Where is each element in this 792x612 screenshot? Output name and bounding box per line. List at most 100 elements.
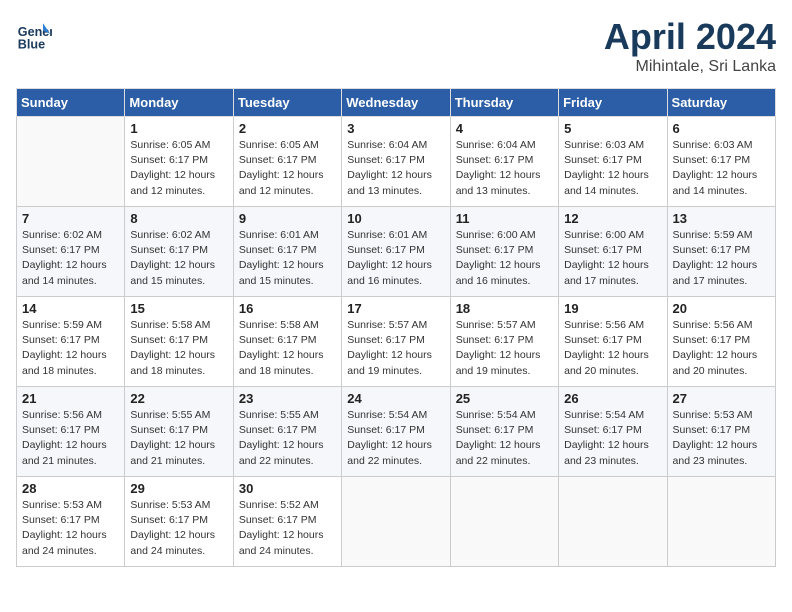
calendar-cell: 25 Sunrise: 5:54 AM Sunset: 6:17 PM Dayli…	[450, 387, 558, 477]
day-info: Sunrise: 6:05 AM Sunset: 6:17 PM Dayligh…	[239, 138, 336, 199]
day-number: 29	[130, 481, 227, 496]
day-header-wednesday: Wednesday	[342, 89, 450, 117]
day-number: 22	[130, 391, 227, 406]
day-info: Sunrise: 5:59 AM Sunset: 6:17 PM Dayligh…	[22, 318, 119, 379]
logo-icon: General Blue	[16, 16, 52, 52]
calendar-cell: 16 Sunrise: 5:58 AM Sunset: 6:17 PM Dayli…	[233, 297, 341, 387]
day-number: 14	[22, 301, 119, 316]
calendar-table: SundayMondayTuesdayWednesdayThursdayFrid…	[16, 88, 776, 567]
calendar-cell: 28Sunrise: 5:53 AM Sunset: 6:17 PM Dayli…	[17, 477, 125, 567]
calendar-cell: 14 Sunrise: 5:59 AM Sunset: 6:17 PM Dayli…	[17, 297, 125, 387]
calendar-cell: 19Sunrise: 5:56 AM Sunset: 6:17 PM Dayli…	[559, 297, 667, 387]
logo: General Blue	[16, 16, 52, 52]
day-number: 15	[130, 301, 227, 316]
day-header-sunday: Sunday	[17, 89, 125, 117]
day-info: Sunrise: 5:58 AM Sunset: 6:17 PM Dayligh…	[239, 318, 336, 379]
day-number: 13	[673, 211, 770, 226]
month-title: April 2024	[604, 16, 776, 58]
svg-text:Blue: Blue	[18, 37, 45, 51]
day-info: Sunrise: 5:55 AM Sunset: 6:17 PM Dayligh…	[130, 408, 227, 469]
calendar-body: 1 Sunrise: 6:05 AM Sunset: 6:17 PM Daylig…	[17, 117, 776, 567]
day-number: 30	[239, 481, 336, 496]
day-number: 18	[456, 301, 553, 316]
calendar-cell: 22 Sunrise: 5:55 AM Sunset: 6:17 PM Dayli…	[125, 387, 233, 477]
calendar-cell: 7Sunrise: 6:02 AM Sunset: 6:17 PM Daylig…	[17, 207, 125, 297]
day-info: Sunrise: 6:03 AM Sunset: 6:17 PM Dayligh…	[564, 138, 661, 199]
calendar-cell: 15 Sunrise: 5:58 AM Sunset: 6:17 PM Dayli…	[125, 297, 233, 387]
day-header-friday: Friday	[559, 89, 667, 117]
day-header-thursday: Thursday	[450, 89, 558, 117]
day-number: 24	[347, 391, 444, 406]
day-info: Sunrise: 6:02 AM Sunset: 6:17 PM Dayligh…	[130, 228, 227, 289]
calendar-cell: 11 Sunrise: 6:00 AM Sunset: 6:17 PM Dayli…	[450, 207, 558, 297]
calendar-cell: 1 Sunrise: 6:05 AM Sunset: 6:17 PM Daylig…	[125, 117, 233, 207]
day-info: Sunrise: 5:54 AM Sunset: 6:17 PM Dayligh…	[564, 408, 661, 469]
day-number: 7	[22, 211, 119, 226]
calendar-cell: 24 Sunrise: 5:54 AM Sunset: 6:17 PM Dayli…	[342, 387, 450, 477]
day-info: Sunrise: 6:01 AM Sunset: 6:17 PM Dayligh…	[239, 228, 336, 289]
calendar-cell: 13Sunrise: 5:59 AM Sunset: 6:17 PM Dayli…	[667, 207, 775, 297]
calendar-week-row: 1 Sunrise: 6:05 AM Sunset: 6:17 PM Daylig…	[17, 117, 776, 207]
day-number: 9	[239, 211, 336, 226]
day-info: Sunrise: 5:54 AM Sunset: 6:17 PM Dayligh…	[347, 408, 444, 469]
calendar-cell: 5 Sunrise: 6:03 AM Sunset: 6:17 PM Daylig…	[559, 117, 667, 207]
day-info: Sunrise: 5:58 AM Sunset: 6:17 PM Dayligh…	[130, 318, 227, 379]
calendar-cell: 9 Sunrise: 6:01 AM Sunset: 6:17 PM Daylig…	[233, 207, 341, 297]
day-number: 25	[456, 391, 553, 406]
day-number: 16	[239, 301, 336, 316]
day-number: 2	[239, 121, 336, 136]
day-number: 5	[564, 121, 661, 136]
calendar-week-row: 21 Sunrise: 5:56 AM Sunset: 6:17 PM Dayli…	[17, 387, 776, 477]
calendar-cell: 18 Sunrise: 5:57 AM Sunset: 6:17 PM Dayli…	[450, 297, 558, 387]
day-header-tuesday: Tuesday	[233, 89, 341, 117]
calendar-cell: 20Sunrise: 5:56 AM Sunset: 6:17 PM Dayli…	[667, 297, 775, 387]
calendar-cell: 23 Sunrise: 5:55 AM Sunset: 6:17 PM Dayli…	[233, 387, 341, 477]
calendar-week-row: 28Sunrise: 5:53 AM Sunset: 6:17 PM Dayli…	[17, 477, 776, 567]
calendar-cell: 10 Sunrise: 6:01 AM Sunset: 6:17 PM Dayli…	[342, 207, 450, 297]
day-info: Sunrise: 6:04 AM Sunset: 6:17 PM Dayligh…	[347, 138, 444, 199]
page-header: General Blue April 2024 Mihintale, Sri L…	[16, 16, 776, 76]
day-number: 17	[347, 301, 444, 316]
calendar-cell: 29Sunrise: 5:53 AM Sunset: 6:17 PM Dayli…	[125, 477, 233, 567]
day-number: 12	[564, 211, 661, 226]
calendar-cell: 3 Sunrise: 6:04 AM Sunset: 6:17 PM Daylig…	[342, 117, 450, 207]
day-number: 11	[456, 211, 553, 226]
day-info: Sunrise: 5:52 AM Sunset: 6:17 PM Dayligh…	[239, 498, 336, 559]
day-number: 26	[564, 391, 661, 406]
day-info: Sunrise: 5:53 AM Sunset: 6:17 PM Dayligh…	[673, 408, 770, 469]
day-info: Sunrise: 6:01 AM Sunset: 6:17 PM Dayligh…	[347, 228, 444, 289]
day-info: Sunrise: 5:56 AM Sunset: 6:17 PM Dayligh…	[22, 408, 119, 469]
calendar-cell: 12Sunrise: 6:00 AM Sunset: 6:17 PM Dayli…	[559, 207, 667, 297]
day-number: 6	[673, 121, 770, 136]
day-header-saturday: Saturday	[667, 89, 775, 117]
day-number: 8	[130, 211, 227, 226]
day-info: Sunrise: 6:05 AM Sunset: 6:17 PM Dayligh…	[130, 138, 227, 199]
calendar-cell: 17 Sunrise: 5:57 AM Sunset: 6:17 PM Dayli…	[342, 297, 450, 387]
calendar-cell	[342, 477, 450, 567]
calendar-cell	[559, 477, 667, 567]
calendar-cell	[450, 477, 558, 567]
calendar-cell: 27Sunrise: 5:53 AM Sunset: 6:17 PM Dayli…	[667, 387, 775, 477]
day-info: Sunrise: 5:57 AM Sunset: 6:17 PM Dayligh…	[456, 318, 553, 379]
day-info: Sunrise: 6:03 AM Sunset: 6:17 PM Dayligh…	[673, 138, 770, 199]
day-number: 23	[239, 391, 336, 406]
day-info: Sunrise: 5:56 AM Sunset: 6:17 PM Dayligh…	[564, 318, 661, 379]
calendar-header-row: SundayMondayTuesdayWednesdayThursdayFrid…	[17, 89, 776, 117]
calendar-cell: 21 Sunrise: 5:56 AM Sunset: 6:17 PM Dayli…	[17, 387, 125, 477]
calendar-cell	[17, 117, 125, 207]
calendar-cell: 26 Sunrise: 5:54 AM Sunset: 6:17 PM Dayli…	[559, 387, 667, 477]
day-number: 1	[130, 121, 227, 136]
day-number: 10	[347, 211, 444, 226]
day-info: Sunrise: 5:54 AM Sunset: 6:17 PM Dayligh…	[456, 408, 553, 469]
calendar-week-row: 7 Sunrise: 6:02 AM Sunset: 6:17 PM Daylig…	[17, 207, 776, 297]
day-header-monday: Monday	[125, 89, 233, 117]
day-number: 3	[347, 121, 444, 136]
calendar-cell	[667, 477, 775, 567]
day-info: Sunrise: 5:57 AM Sunset: 6:17 PM Dayligh…	[347, 318, 444, 379]
day-info: Sunrise: 5:55 AM Sunset: 6:17 PM Dayligh…	[239, 408, 336, 469]
day-info: Sunrise: 6:00 AM Sunset: 6:17 PM Dayligh…	[456, 228, 553, 289]
day-number: 21	[22, 391, 119, 406]
day-number: 28	[22, 481, 119, 496]
calendar-cell: 6 Sunrise: 6:03 AM Sunset: 6:17 PM Daylig…	[667, 117, 775, 207]
calendar-week-row: 14 Sunrise: 5:59 AM Sunset: 6:17 PM Dayli…	[17, 297, 776, 387]
